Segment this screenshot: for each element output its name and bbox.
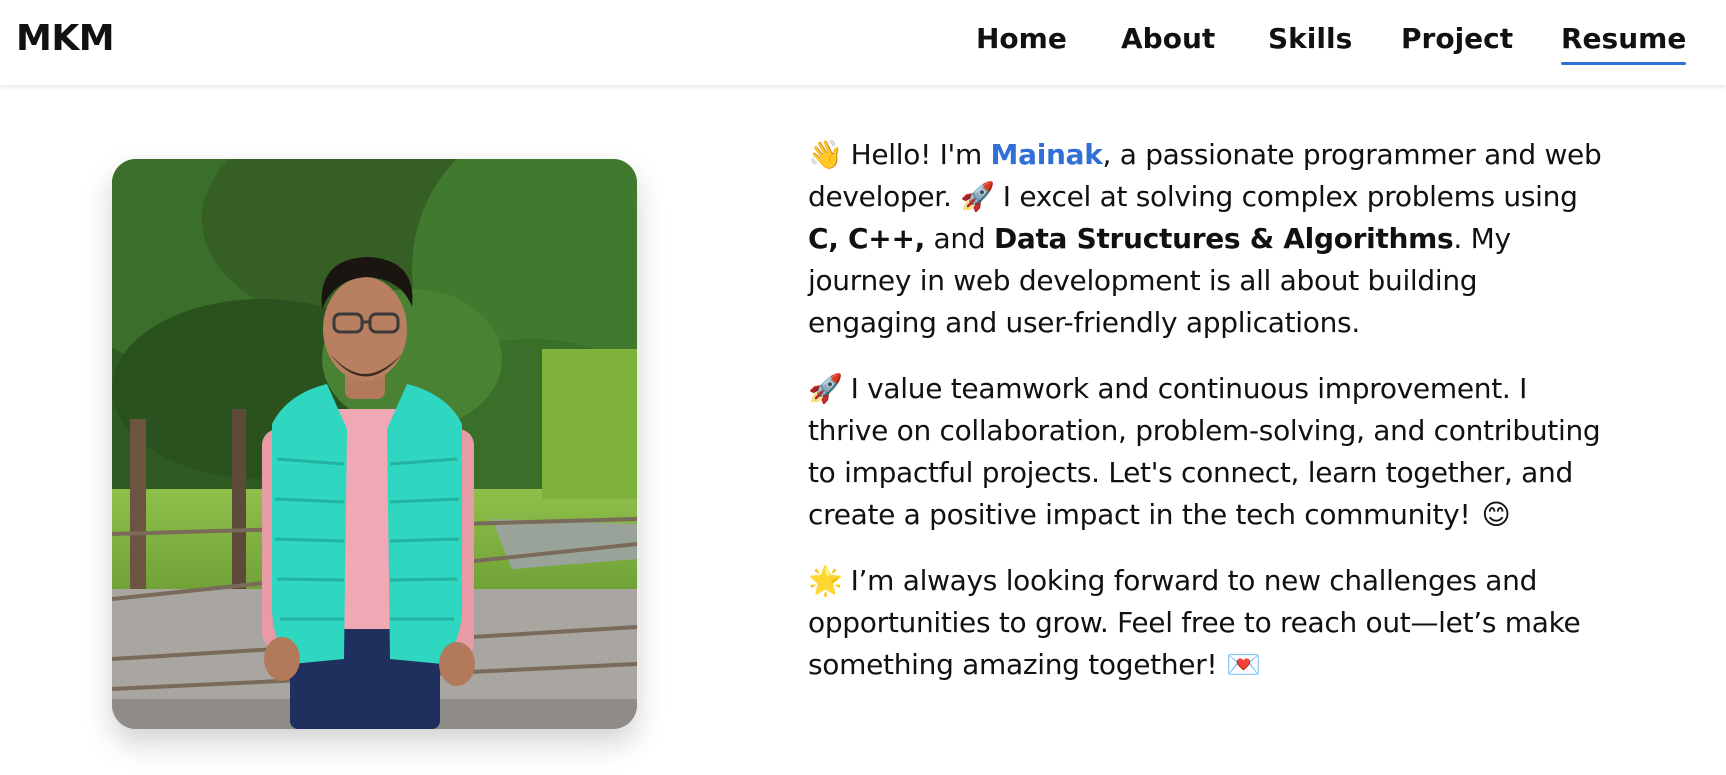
star-icon: 🌟	[808, 564, 843, 597]
languages-text: C, C++,	[808, 222, 925, 255]
navbar: MKM Home About Skills Project Resume	[0, 0, 1726, 85]
profile-photo	[112, 159, 637, 729]
about-section: 👋 Hello! I'm Mainak, a passionate progra…	[808, 134, 1608, 710]
name-highlight: Mainak	[990, 138, 1103, 171]
rocket-icon: 🚀	[960, 180, 995, 213]
love-letter-icon: 💌	[1225, 648, 1261, 681]
profile-photo-illustration	[112, 159, 637, 729]
nav-link-home[interactable]: Home	[976, 22, 1067, 55]
smiling-face-icon: 😊	[1481, 498, 1511, 531]
rocket-icon: 🚀	[808, 372, 843, 405]
nav-link-project[interactable]: Project	[1401, 22, 1513, 55]
dsa-text: Data Structures & Algorithms	[993, 222, 1454, 255]
about-paragraph-2: 🚀 I value teamwork and continuous improv…	[808, 368, 1608, 536]
greeting-text: Hello! I'm	[842, 138, 991, 171]
nav-links: Home About Skills Project Resume	[0, 22, 1726, 72]
and-text: and	[924, 222, 994, 255]
nav-link-skills[interactable]: Skills	[1268, 22, 1352, 55]
waving-hand-icon: 👋	[808, 138, 843, 171]
nav-link-about[interactable]: About	[1121, 22, 1215, 55]
about-paragraph-1: 👋 Hello! I'm Mainak, a passionate progra…	[808, 134, 1608, 344]
excel-text: I excel at solving complex problems usin…	[994, 180, 1578, 213]
challenges-text: I’m always looking forward to new challe…	[808, 564, 1581, 681]
about-paragraph-3: 🌟 I’m always looking forward to new chal…	[808, 560, 1608, 686]
nav-link-resume[interactable]: Resume	[1561, 22, 1687, 65]
